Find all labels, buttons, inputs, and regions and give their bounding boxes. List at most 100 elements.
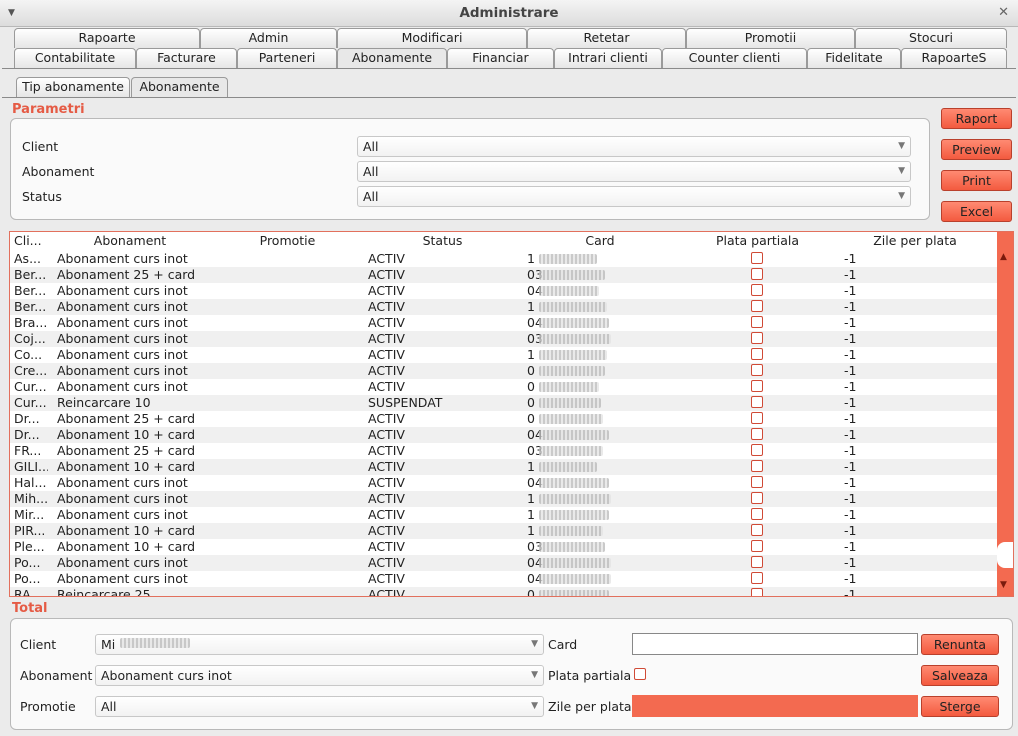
plata-partiala-checkbox[interactable] (751, 332, 763, 344)
table-row[interactable]: PIR... Abonament 10 + card ACTIV 1 -1 (10, 523, 998, 539)
plata-partiala-checkbox[interactable] (751, 396, 763, 408)
raport-button[interactable]: Raport (941, 108, 1012, 129)
plata-partiala-checkbox[interactable] (751, 268, 763, 280)
tab-financiar[interactable]: Financiar (447, 48, 554, 68)
table-row[interactable]: Mir... Abonament curs inot ACTIV 1 -1 (10, 507, 998, 523)
tab-modificari[interactable]: Modificari (337, 28, 527, 48)
scroll-up-icon[interactable]: ▲ (1000, 252, 1007, 262)
table-row[interactable]: RA... Reincarcare 25 ACTIV 0 -1 (10, 587, 998, 596)
cell-client: Dr... (14, 411, 40, 426)
col-header-zile-per-plata[interactable]: Zile per plata (835, 233, 995, 248)
tab-rapoarte[interactable]: Rapoarte (14, 28, 200, 48)
plata-partiala-checkbox[interactable] (751, 588, 763, 596)
table-row[interactable]: Dr... Abonament 10 + card ACTIV 04 -1 (10, 427, 998, 443)
tab-admin[interactable]: Admin (200, 28, 337, 48)
tab-stocuri[interactable]: Stocuri (855, 28, 1007, 48)
table-row[interactable]: Co... Abonament curs inot ACTIV 1 -1 (10, 347, 998, 363)
table-row[interactable]: Bra... Abonament curs inot ACTIV 04 -1 (10, 315, 998, 331)
renunta-button[interactable]: Renunta (921, 634, 999, 655)
table-row[interactable]: As... Abonament curs inot ACTIV 1 -1 (10, 251, 998, 267)
redacted-card (539, 590, 609, 596)
scrollbar-thumb[interactable] (997, 542, 1013, 568)
redacted-text (120, 638, 190, 648)
plata-partiala-checkbox[interactable] (751, 556, 763, 568)
table-row[interactable]: Dr... Abonament 25 + card ACTIV 0 -1 (10, 411, 998, 427)
cell-zile: -1 (844, 379, 857, 394)
excel-button[interactable]: Excel (941, 201, 1012, 222)
table-row[interactable]: Po... Abonament curs inot ACTIV 04 -1 (10, 571, 998, 587)
table-row[interactable]: Coj... Abonament curs inot ACTIV 03 -1 (10, 331, 998, 347)
cell-client: Ple... (14, 539, 45, 554)
plata-partiala-checkbox[interactable] (751, 476, 763, 488)
plata-partiala-checkbox[interactable] (751, 540, 763, 552)
filter-client-value: All (363, 139, 379, 154)
table-row[interactable]: Cur... Reincarcare 10 SUSPENDAT 0 -1 (10, 395, 998, 411)
tab-counter-clienti[interactable]: Counter clienti (662, 48, 807, 68)
plata-partiala-checkbox[interactable] (751, 524, 763, 536)
col-header-card[interactable]: Card (520, 233, 680, 248)
tab-intrari-clienti[interactable]: Intrari clienti (554, 48, 662, 68)
col-header-abonament[interactable]: Abonament (50, 233, 210, 248)
cell-zile: -1 (844, 491, 857, 506)
plata-partiala-checkbox[interactable] (751, 460, 763, 472)
plata-partiala-checkbox[interactable] (751, 300, 763, 312)
table-row[interactable]: FR... Abonament 25 + card ACTIV 03 -1 (10, 443, 998, 459)
table-row[interactable]: Ple... Abonament 10 + card ACTIV 03 -1 (10, 539, 998, 555)
print-button[interactable]: Print (941, 170, 1012, 191)
plata-partiala-checkbox[interactable] (751, 252, 763, 264)
table-row[interactable]: Cre... Abonament curs inot ACTIV 0 -1 (10, 363, 998, 379)
plata-partiala-checkbox[interactable] (751, 572, 763, 584)
filter-abonament-select[interactable]: All ▼ (357, 161, 911, 182)
tab-rapoartes[interactable]: RapoarteS (901, 48, 1007, 68)
plata-partiala-checkbox[interactable] (751, 380, 763, 392)
col-header-status[interactable]: Status (365, 233, 520, 248)
sterge-button[interactable]: Sterge (921, 696, 999, 717)
subtab-tip-abonamente[interactable]: Tip abonamente (16, 77, 130, 97)
plata-partiala-checkbox[interactable] (751, 412, 763, 424)
subtab-abonamente[interactable]: Abonamente (131, 77, 228, 98)
plata-partiala-checkbox[interactable] (751, 492, 763, 504)
tab-fidelitate[interactable]: Fidelitate (807, 48, 901, 68)
tab-promotii[interactable]: Promotii (686, 28, 855, 48)
plata-partiala-checkbox[interactable] (751, 348, 763, 360)
cell-client: Bra... (14, 315, 48, 330)
zile-per-plata-input[interactable] (632, 695, 918, 717)
tab-abonamente[interactable]: Abonamente (337, 48, 447, 69)
card-input[interactable] (632, 633, 918, 655)
plata-partiala-checkbox[interactable] (751, 284, 763, 296)
edit-abonament-select[interactable]: Abonament curs inot ▼ (95, 665, 544, 686)
scroll-down-icon[interactable]: ▼ (1000, 580, 1007, 590)
tab-contabilitate[interactable]: Contabilitate (14, 48, 136, 68)
filter-abonament-label: Abonament (22, 164, 95, 179)
tab-parteneri[interactable]: Parteneri (237, 48, 337, 68)
cell-status: ACTIV (368, 491, 405, 506)
col-header-plata-partiala[interactable]: Plata partiala (680, 233, 835, 248)
table-row[interactable]: Ber... Abonament curs inot ACTIV 04 -1 (10, 283, 998, 299)
table-row[interactable]: Ber... Abonament 25 + card ACTIV 03 -1 (10, 267, 998, 283)
preview-button[interactable]: Preview (941, 139, 1012, 160)
vertical-scrollbar[interactable]: ▲ ▼ (997, 232, 1013, 596)
table-row[interactable]: Mih... Abonament curs inot ACTIV 1 -1 (10, 491, 998, 507)
filter-status-select[interactable]: All ▼ (357, 186, 911, 207)
col-header-promotie[interactable]: Promotie (210, 233, 365, 248)
table-row[interactable]: Cur... Abonament curs inot ACTIV 0 -1 (10, 379, 998, 395)
plata-partiala-checkbox[interactable] (751, 508, 763, 520)
plata-partiala-checkbox[interactable] (751, 316, 763, 328)
plata-partiala-checkbox[interactable] (634, 668, 646, 680)
col-header-client[interactable]: Cli... (14, 233, 44, 248)
plata-partiala-checkbox[interactable] (751, 444, 763, 456)
plata-partiala-checkbox[interactable] (751, 428, 763, 440)
cell-client: Cre... (14, 363, 48, 378)
filter-client-select[interactable]: All ▼ (357, 136, 911, 157)
tab-retetar[interactable]: Retetar (527, 28, 686, 48)
edit-promotie-select[interactable]: All ▼ (95, 696, 544, 717)
table-row[interactable]: Hal... Abonament curs inot ACTIV 04 -1 (10, 475, 998, 491)
salveaza-button[interactable]: Salveaza (921, 665, 999, 686)
plata-partiala-checkbox[interactable] (751, 364, 763, 376)
tab-facturare[interactable]: Facturare (136, 48, 237, 68)
edit-client-select[interactable]: Mi ▼ (95, 634, 544, 655)
table-row[interactable]: Ber... Abonament curs inot ACTIV 1 -1 (10, 299, 998, 315)
table-row[interactable]: GILI... Abonament 10 + card ACTIV 1 -1 (10, 459, 998, 475)
close-icon[interactable]: ✕ (998, 5, 1009, 20)
table-row[interactable]: Po... Abonament curs inot ACTIV 04 -1 (10, 555, 998, 571)
